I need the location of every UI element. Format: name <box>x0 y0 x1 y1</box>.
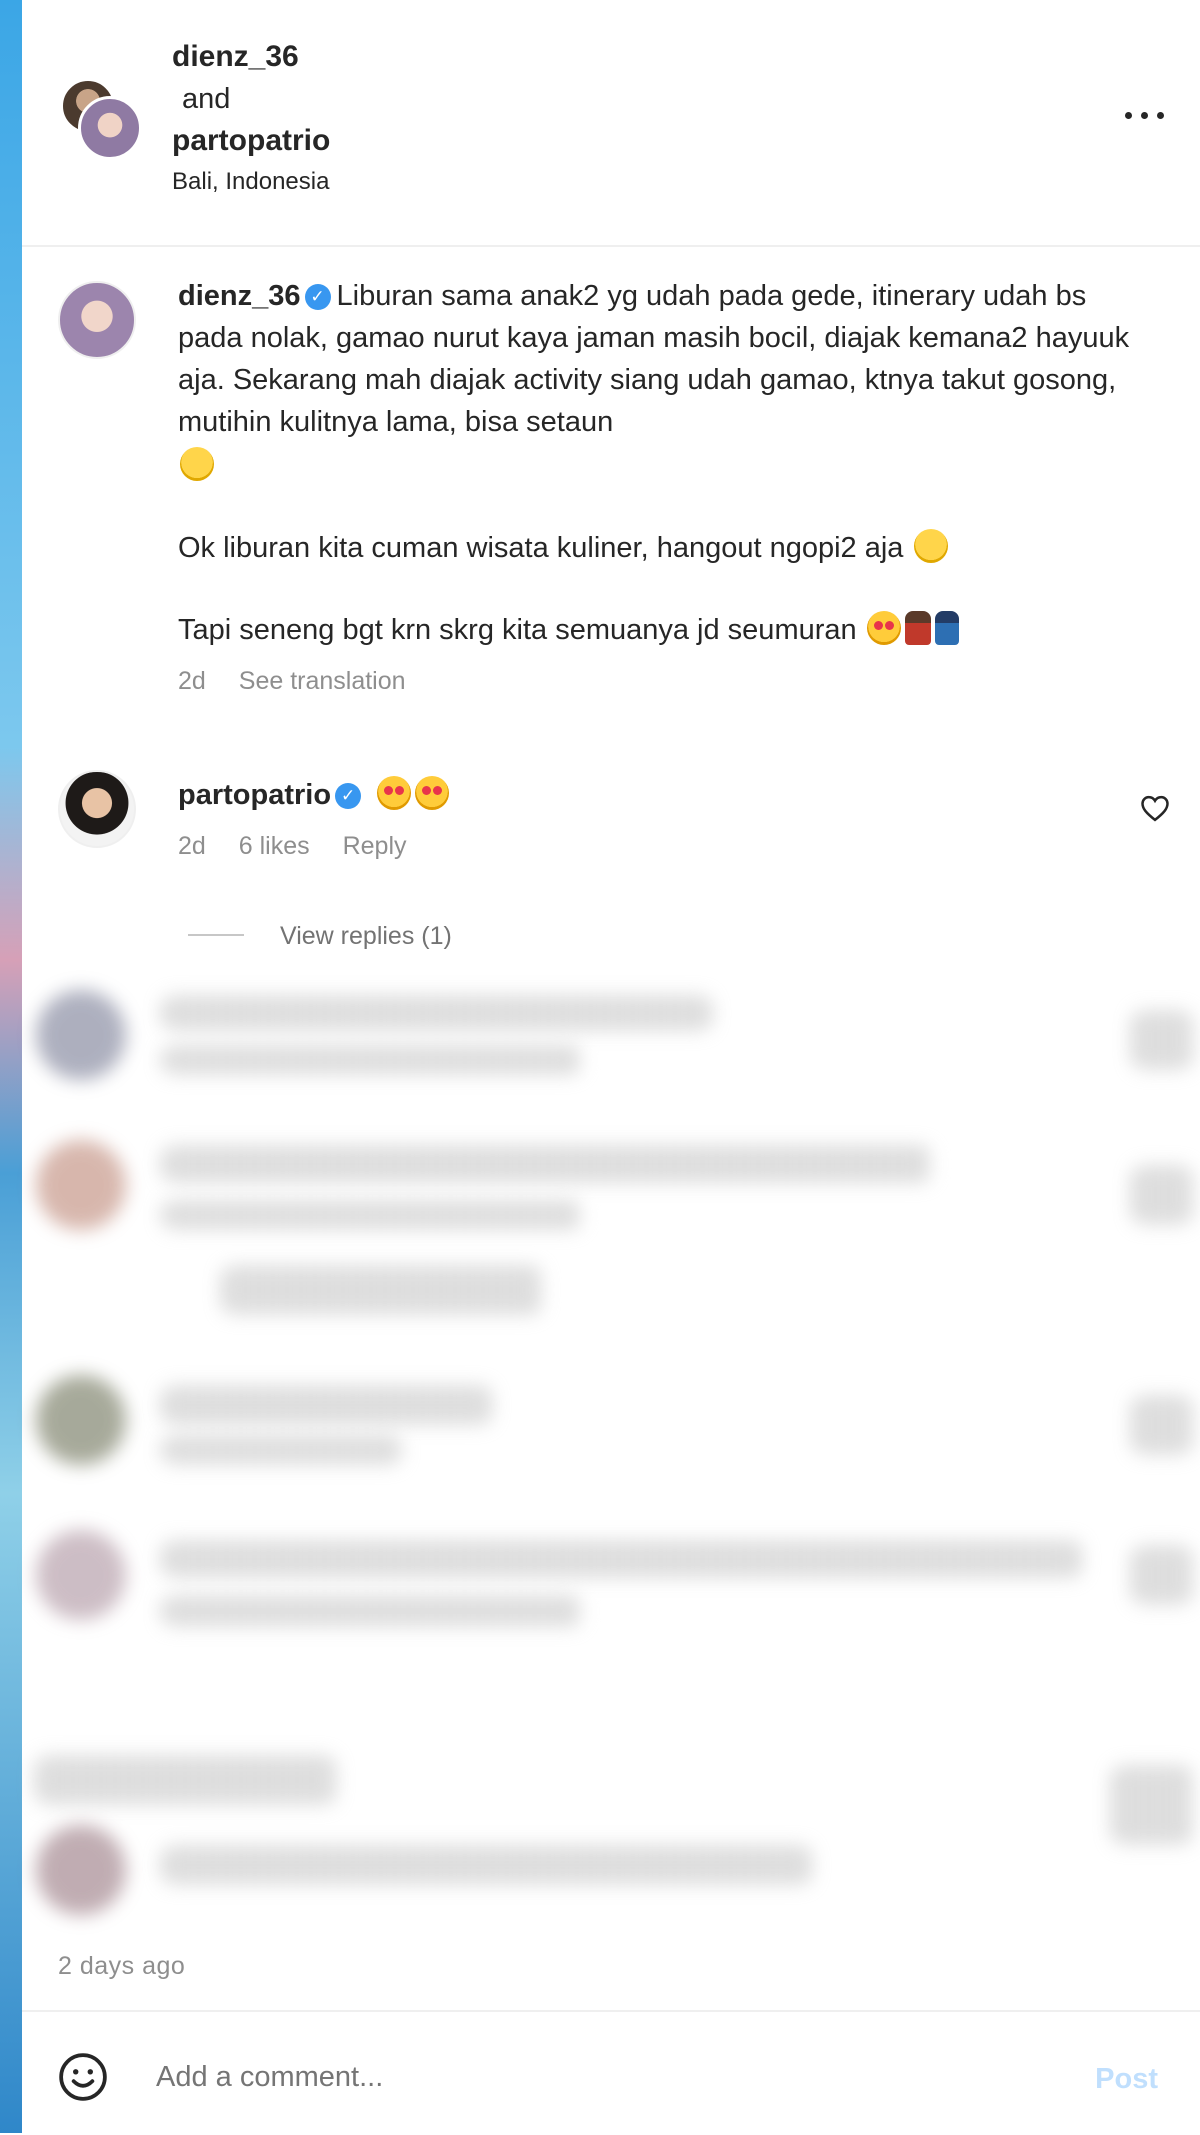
see-translation-link[interactable]: See translation <box>239 667 406 695</box>
avatar[interactable] <box>58 770 136 848</box>
blurred-comments <box>22 965 1200 1955</box>
caption-text-3: Tapi seneng bgt krn skrg kita semuanya j… <box>178 614 857 646</box>
post-timestamp[interactable]: 2 days ago <box>58 1952 185 1981</box>
blurred-text <box>1132 1545 1192 1605</box>
blurred-text <box>36 1755 336 1805</box>
blurred-text <box>162 1385 492 1425</box>
view-replies-button[interactable]: View replies (1) <box>188 922 452 951</box>
comment-composer: Post <box>22 2010 1200 2135</box>
blurred-text <box>162 1045 582 1075</box>
blurred-text <box>1132 1010 1192 1070</box>
blurred-text <box>222 1265 542 1315</box>
avatar <box>36 1825 126 1915</box>
avatar <box>36 1530 126 1620</box>
location-link[interactable]: Bali, Indonesia <box>172 162 330 202</box>
rofl-emoji-icon <box>180 447 214 481</box>
comment-likes[interactable]: 6 likes <box>239 832 310 860</box>
avatar <box>36 990 126 1080</box>
header-username-2[interactable]: partopatrio <box>172 120 330 162</box>
blurred-text <box>162 1595 582 1627</box>
collab-avatars[interactable] <box>60 78 142 160</box>
comment-meta: 2d 6 likes Reply <box>178 828 451 864</box>
avatar <box>36 1375 126 1465</box>
blurred-text <box>162 1145 932 1183</box>
post-comments-panel: dienz_36 and partopatrio Bali, Indonesia… <box>22 0 1200 2133</box>
person-emoji-icon <box>934 611 959 645</box>
comment-body: partopatrio ✓ 2d 6 likes Reply <box>178 774 451 864</box>
person-emoji-icon <box>904 611 931 645</box>
blurred-text <box>162 1435 402 1465</box>
blurred-text <box>1112 1765 1192 1845</box>
comment-time: 2d <box>178 832 206 860</box>
blurred-text <box>162 1845 812 1885</box>
blurred-text <box>162 995 712 1031</box>
caption-text-2: Ok liburan kita cuman wisata kuliner, ha… <box>178 532 904 564</box>
and-text: and <box>182 83 231 115</box>
header-usernames: dienz_36 and partopatrio Bali, Indonesia <box>172 36 330 202</box>
add-comment-input[interactable] <box>154 2060 1018 2095</box>
caption-body: dienz_36 ✓ Liburan sama anak2 yg udah pada… <box>178 275 1138 699</box>
verified-badge-icon: ✓ <box>335 783 362 809</box>
heart-eyes-emoji-icon <box>377 776 412 810</box>
more-options-icon[interactable] <box>1125 112 1165 122</box>
divider-line <box>188 934 244 936</box>
like-heart-icon[interactable] <box>1140 794 1170 822</box>
smiley-icon[interactable] <box>58 2052 108 2102</box>
view-replies-label: View replies (1) <box>280 922 452 950</box>
heart-eyes-emoji-icon <box>415 776 450 810</box>
heart-eyes-emoji-icon <box>866 611 901 645</box>
post-button[interactable]: Post <box>1089 2062 1164 2097</box>
blurred-text <box>162 1200 582 1230</box>
caption-username[interactable]: dienz_36 <box>178 280 301 312</box>
blurred-text <box>1132 1165 1192 1225</box>
blurred-text <box>162 1540 1082 1578</box>
background-strip <box>0 0 22 2133</box>
verified-badge-icon: ✓ <box>304 284 331 310</box>
avatar <box>36 1140 126 1230</box>
blurred-text <box>1132 1395 1192 1455</box>
avatar[interactable] <box>58 281 136 359</box>
reply-button[interactable]: Reply <box>343 832 407 860</box>
header-username-1[interactable]: dienz_36 <box>172 36 330 78</box>
grin-sweat-emoji-icon <box>913 529 948 563</box>
caption-time: 2d <box>178 667 206 695</box>
comment-username[interactable]: partopatrio <box>178 779 331 811</box>
avatar[interactable] <box>78 96 142 160</box>
post-header: dienz_36 and partopatrio Bali, Indonesia <box>22 0 1200 247</box>
caption-meta: 2d See translation <box>178 663 1138 699</box>
